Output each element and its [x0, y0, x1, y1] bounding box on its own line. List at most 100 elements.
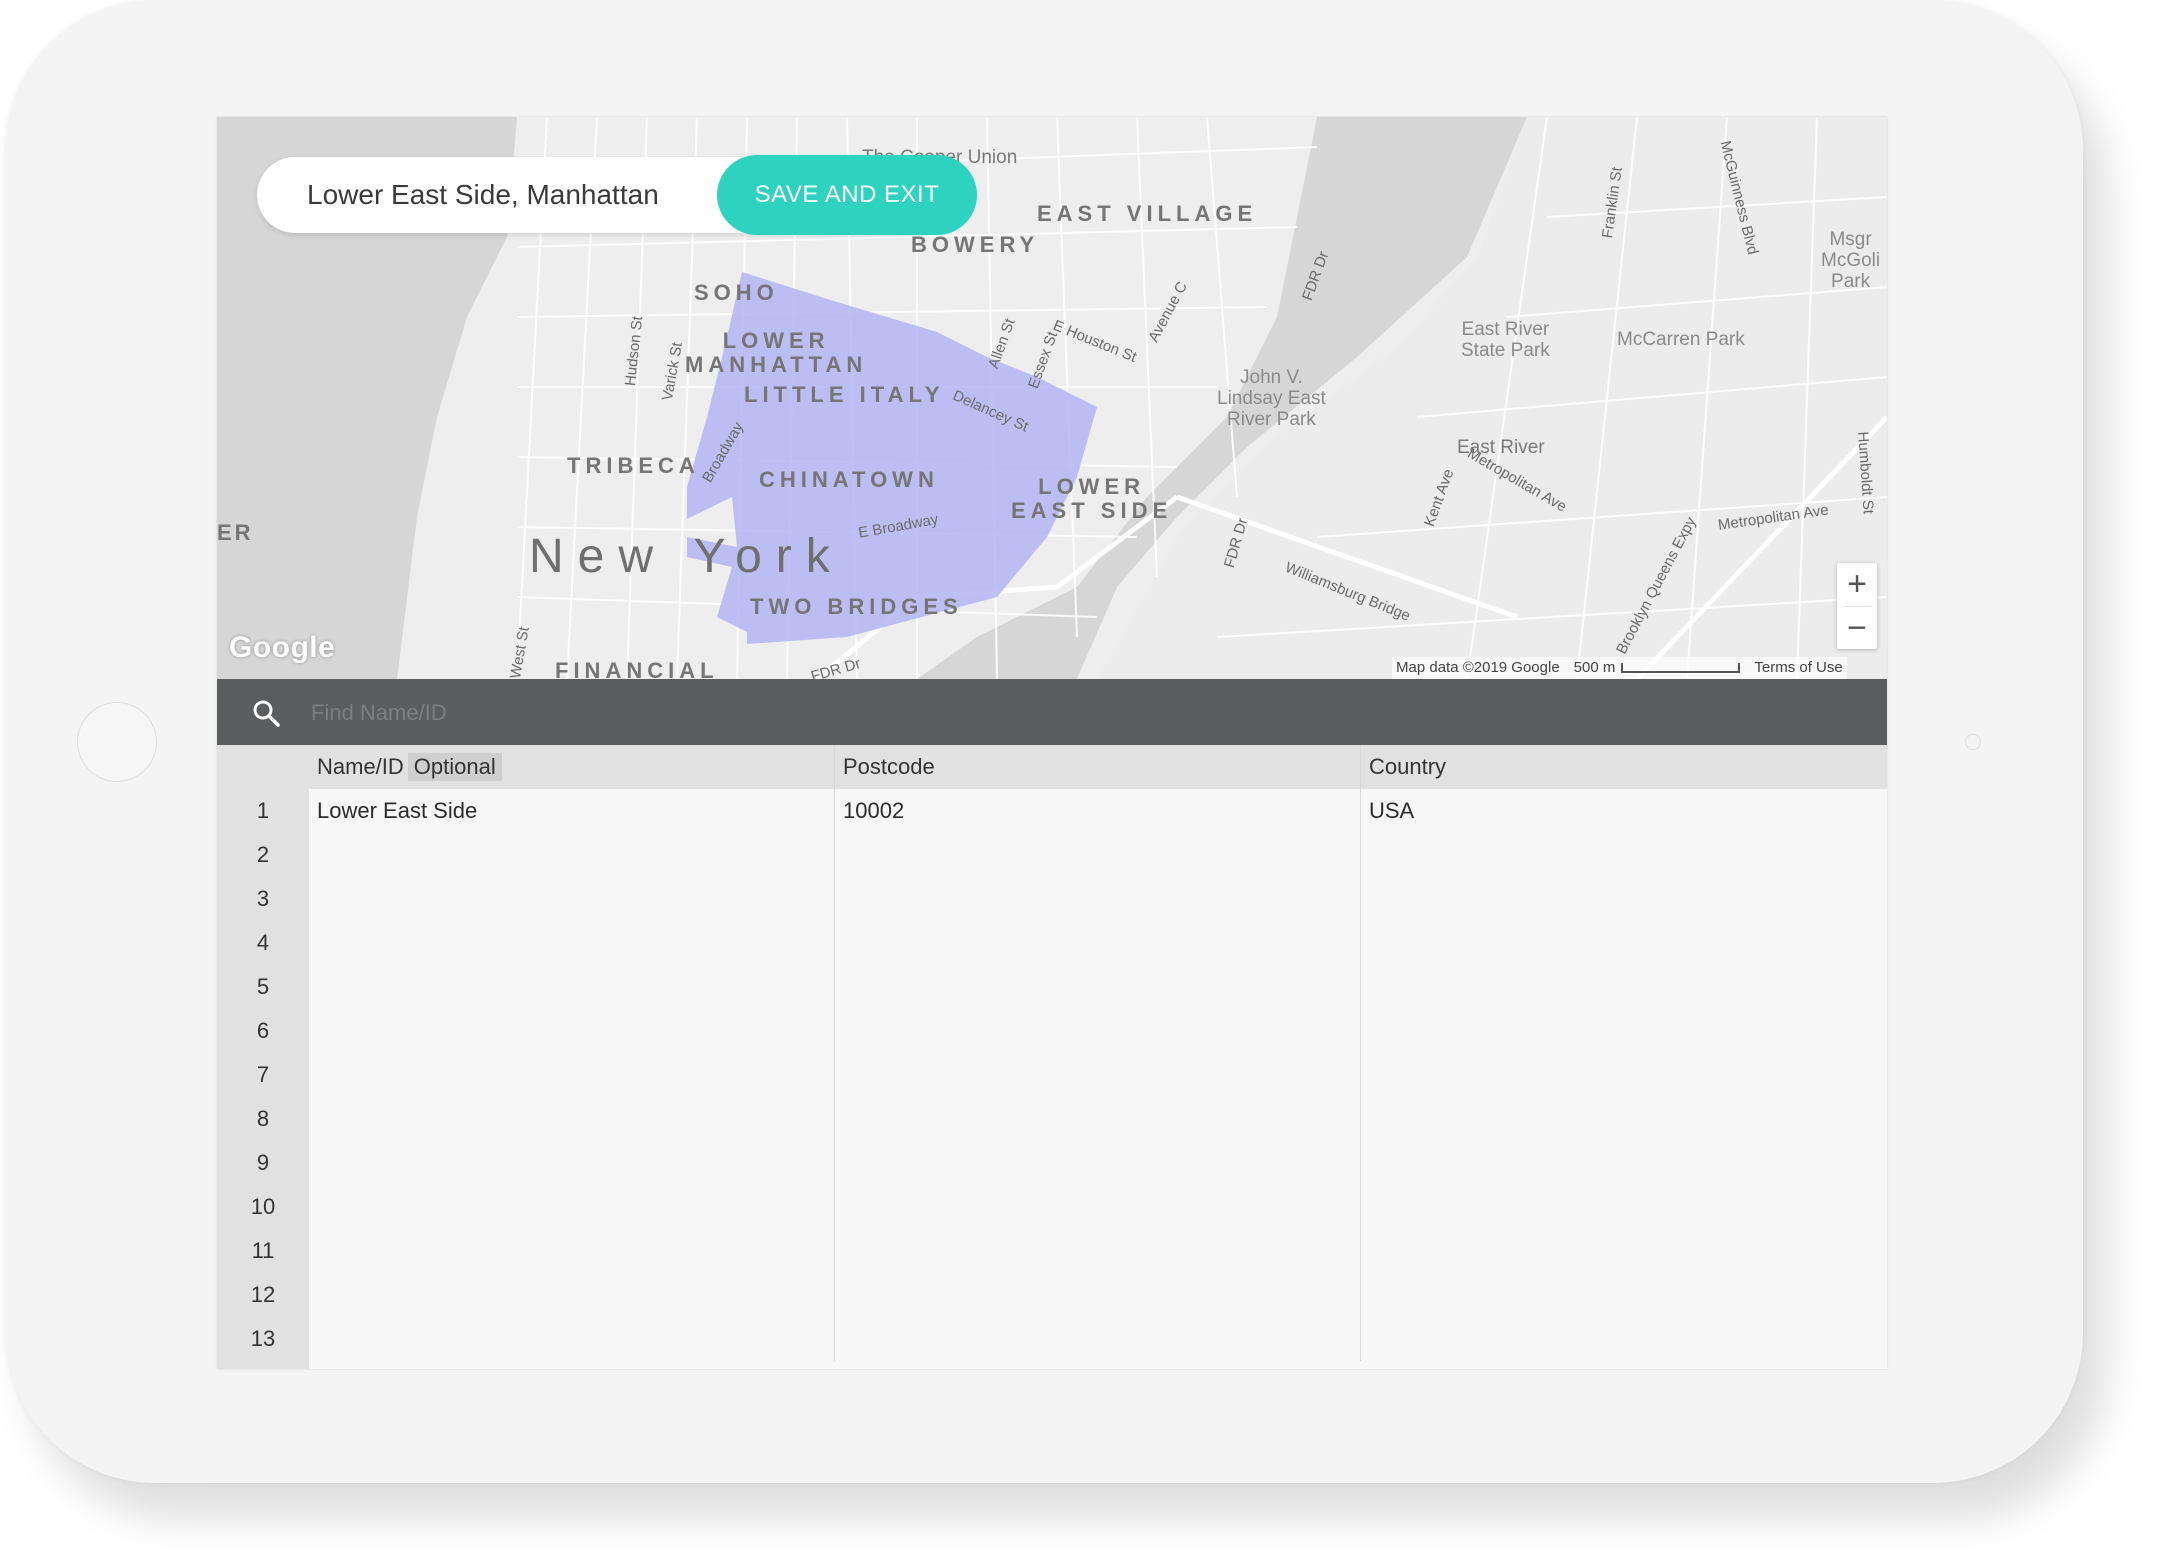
- table-row: 5: [217, 965, 1887, 1010]
- row-number: 7: [217, 1053, 309, 1097]
- map-view[interactable]: EAST VILLAGE BOWERY SOHO LOWER MANHATTAN…: [217, 117, 1887, 679]
- find-name-id-input[interactable]: [309, 691, 1113, 735]
- map-label-mccarren-park: McCarren Park: [1617, 329, 1745, 350]
- column-header-name[interactable]: Name/ID Optional: [309, 745, 835, 789]
- cell-country[interactable]: [1361, 1141, 1887, 1185]
- grid-tail: [217, 1361, 1887, 1369]
- cell-name[interactable]: [309, 965, 835, 1009]
- cell-postcode[interactable]: [835, 1053, 1361, 1097]
- table-row: 4: [217, 921, 1887, 966]
- cell-country[interactable]: [1361, 921, 1887, 965]
- cell-name[interactable]: [309, 921, 835, 965]
- cell-name[interactable]: [309, 877, 835, 921]
- map-label-little-italy: LITTLE ITALY: [744, 382, 945, 407]
- scale-bar: [1621, 663, 1741, 674]
- table-row: 7: [217, 1053, 1887, 1098]
- cell-country[interactable]: [1361, 833, 1887, 877]
- cell-postcode[interactable]: [835, 1317, 1361, 1361]
- map-label-east-river-park: East River State Park: [1461, 319, 1550, 361]
- cell-postcode[interactable]: [835, 877, 1361, 921]
- cell-country[interactable]: [1361, 1317, 1887, 1361]
- camera-icon: [1965, 734, 1981, 750]
- location-title: Lower East Side, Manhattan: [307, 179, 659, 210]
- map-label-new-york: New York: [529, 530, 844, 583]
- table-row: 12: [217, 1273, 1887, 1318]
- grid-tail-rownum: [217, 1361, 309, 1369]
- map-label-lindsay-park: John V. Lindsay East River Park: [1217, 367, 1326, 430]
- row-number: 5: [217, 965, 309, 1009]
- cell-postcode[interactable]: [835, 833, 1361, 877]
- cell-name[interactable]: [309, 833, 835, 877]
- cell-postcode[interactable]: [835, 965, 1361, 1009]
- table-row: 8: [217, 1097, 1887, 1142]
- row-number: 1: [217, 789, 309, 833]
- column-header-name-label: Name/ID: [317, 754, 404, 779]
- row-number: 13: [217, 1317, 309, 1361]
- cell-postcode[interactable]: [835, 1141, 1361, 1185]
- row-number: 4: [217, 921, 309, 965]
- cell-country[interactable]: [1361, 877, 1887, 921]
- cell-name[interactable]: [309, 1009, 835, 1053]
- table-row: 13: [217, 1317, 1887, 1362]
- map-attribution: Map data ©2019 Google 500 m Terms of Use: [1392, 657, 1847, 679]
- optional-tag: Optional: [407, 753, 502, 781]
- table-row: 1 Lower East Side 10002 USA: [217, 789, 1887, 834]
- row-number: 2: [217, 833, 309, 877]
- table-header-row: Name/ID Optional Postcode Country: [217, 745, 1887, 790]
- cell-country[interactable]: [1361, 1097, 1887, 1141]
- cell-name[interactable]: [309, 1097, 835, 1141]
- column-header-country[interactable]: Country: [1361, 745, 1887, 789]
- cell-postcode[interactable]: [835, 1229, 1361, 1273]
- app-screen: EAST VILLAGE BOWERY SOHO LOWER MANHATTAN…: [217, 117, 1887, 1369]
- map-data-text: Map data ©2019 Google: [1396, 659, 1560, 676]
- google-logo: Google: [229, 631, 336, 664]
- cell-postcode[interactable]: 10002: [835, 789, 1361, 833]
- table-row: 9: [217, 1141, 1887, 1186]
- table-row: 11: [217, 1229, 1887, 1274]
- cell-postcode[interactable]: [835, 1009, 1361, 1053]
- cell-country[interactable]: [1361, 1273, 1887, 1317]
- home-button[interactable]: [77, 702, 157, 782]
- header-corner: [217, 745, 309, 789]
- cell-name[interactable]: [309, 1053, 835, 1097]
- cell-country[interactable]: USA: [1361, 789, 1887, 833]
- row-number: 12: [217, 1273, 309, 1317]
- table-row: 2: [217, 833, 1887, 878]
- map-label-lower-east-side: LOWER EAST SIDE: [1011, 474, 1173, 523]
- zoom-control: + −: [1837, 563, 1877, 649]
- cell-name[interactable]: [309, 1229, 835, 1273]
- cell-name[interactable]: [309, 1317, 835, 1361]
- cell-postcode[interactable]: [835, 1097, 1361, 1141]
- cell-postcode[interactable]: [835, 1273, 1361, 1317]
- cell-name[interactable]: [309, 1185, 835, 1229]
- table-row: 10: [217, 1185, 1887, 1230]
- map-label-tribeca: TRIBECA: [567, 453, 700, 478]
- cell-country[interactable]: [1361, 965, 1887, 1009]
- column-header-postcode[interactable]: Postcode: [835, 745, 1361, 789]
- find-bar: [217, 679, 1887, 745]
- map-label-bowery: BOWERY: [911, 232, 1040, 257]
- cell-postcode[interactable]: [835, 1185, 1361, 1229]
- cell-name[interactable]: Lower East Side: [309, 789, 835, 833]
- row-number: 11: [217, 1229, 309, 1273]
- save-and-exit-button[interactable]: SAVE AND EXIT: [717, 155, 977, 235]
- map-label-two-bridges: TWO BRIDGES: [750, 594, 963, 619]
- terms-link[interactable]: Terms of Use: [1754, 659, 1842, 676]
- cell-name[interactable]: [309, 1141, 835, 1185]
- table-row: 3: [217, 877, 1887, 922]
- cell-country[interactable]: [1361, 1009, 1887, 1053]
- cell-name[interactable]: [309, 1273, 835, 1317]
- row-number: 8: [217, 1097, 309, 1141]
- map-label-east-village: EAST VILLAGE: [1037, 201, 1258, 226]
- cell-postcode[interactable]: [835, 921, 1361, 965]
- cell-country[interactable]: [1361, 1053, 1887, 1097]
- cell-country[interactable]: [1361, 1229, 1887, 1273]
- map-label-chinatown: CHINATOWN: [759, 467, 939, 492]
- search-icon[interactable]: [251, 698, 281, 733]
- scale-text: 500 m: [1573, 659, 1616, 676]
- row-number: 3: [217, 877, 309, 921]
- tablet-frame: EAST VILLAGE BOWERY SOHO LOWER MANHATTAN…: [5, 0, 2083, 1483]
- zoom-out-button[interactable]: −: [1837, 607, 1877, 650]
- zoom-in-button[interactable]: +: [1837, 563, 1877, 606]
- cell-country[interactable]: [1361, 1185, 1887, 1229]
